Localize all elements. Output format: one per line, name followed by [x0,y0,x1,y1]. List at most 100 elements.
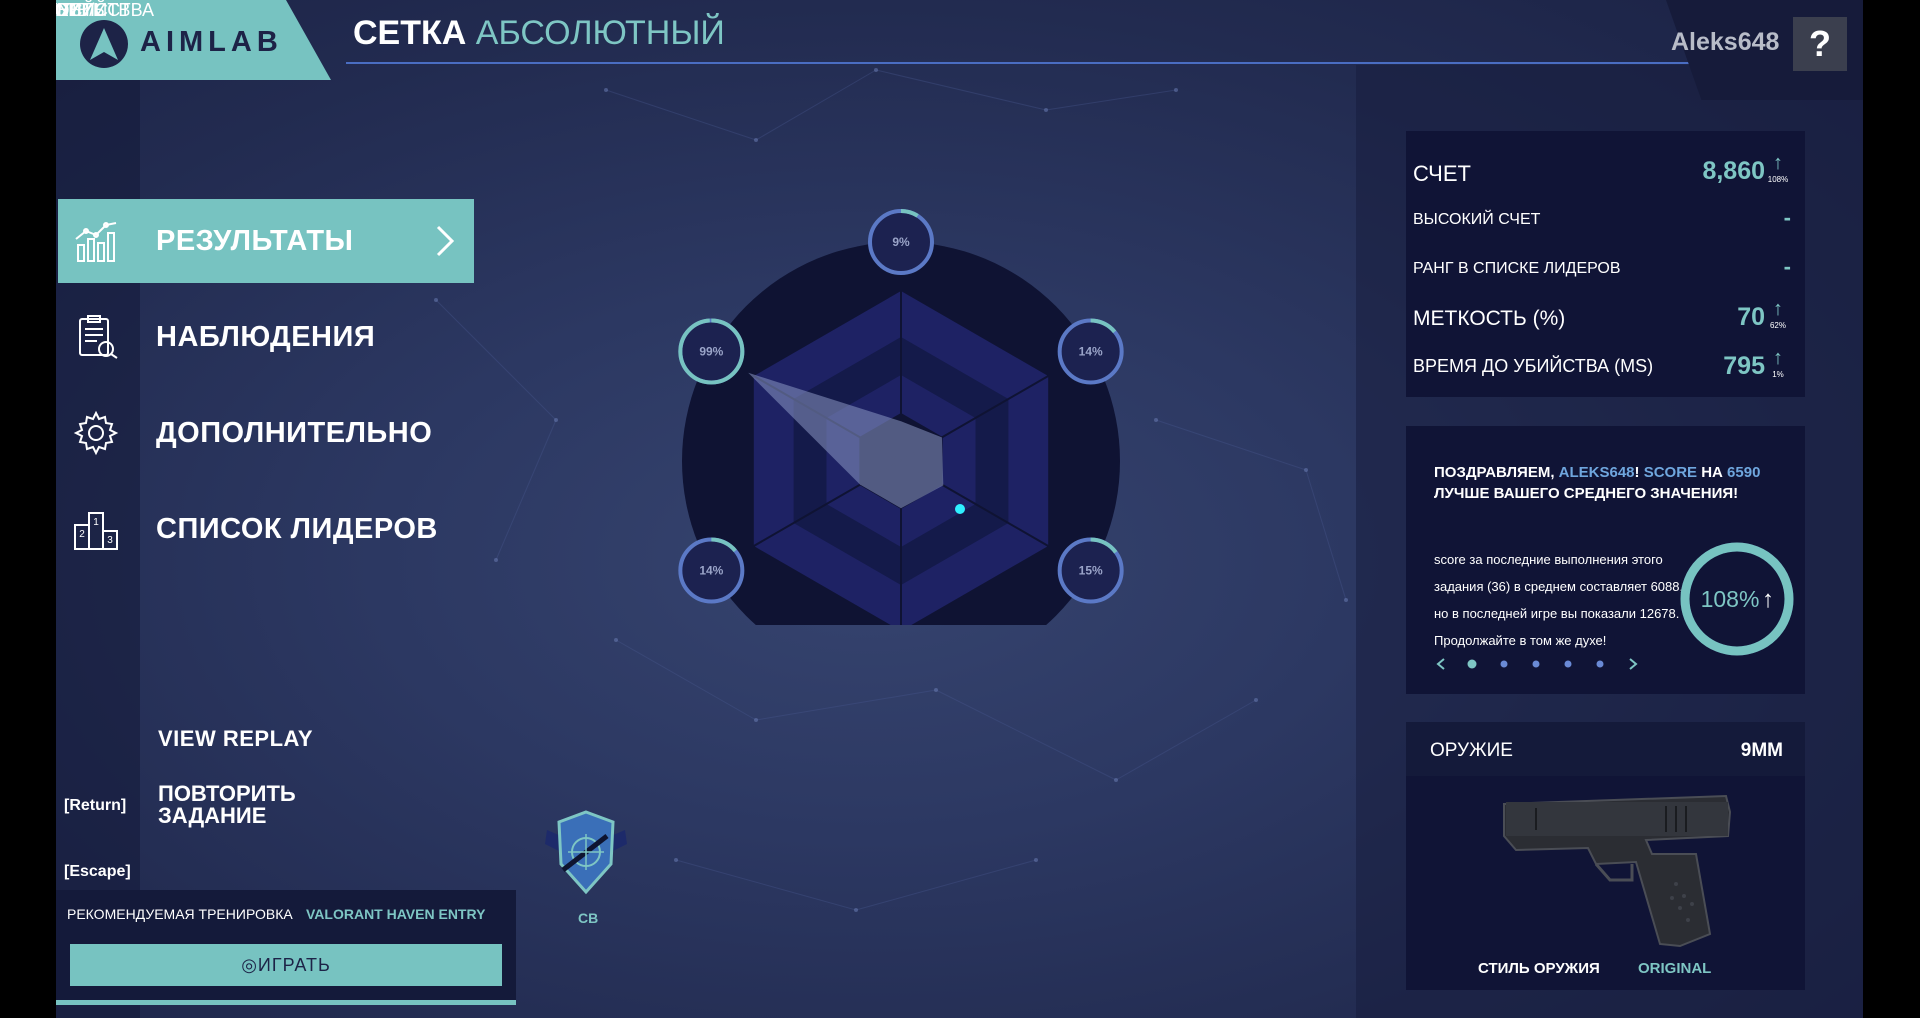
congrats-panel: ПОЗДРАВЛЯЕМ, ALEKS648! SCORE НА 6590 ЛУЧ… [1406,426,1805,694]
weapon-value: 9MM [1740,740,1783,761]
radar-ring-percent: 9% [892,235,910,249]
chart-icon [75,222,117,262]
nav-additional[interactable]: ДОПОЛНИТЕЛЬНО [58,391,474,475]
svg-text:2: 2 [79,529,85,540]
nav-observations-label: НАБЛЮДЕНИЯ [156,321,376,353]
stat-ttk-change: 1% [1772,370,1784,379]
stat-accuracy-change: 62% [1769,321,1786,330]
nav-results[interactable]: РЕЗУЛЬТАТЫ [58,199,474,283]
stat-rank: РАНГ В СПИСКЕ ЛИДЕРОВ - [1413,254,1791,284]
radar-ring-percent: 14% [1079,345,1103,359]
stat-ttk-label: ВРЕМЯ ДО УБИЙСТВА (MS) [1413,356,1654,376]
arrow-up-icon: ↑ [1773,347,1783,369]
stats-panel: СЧЕТ 8,860 ↑ 108% ВЫСОКИЙ СЧЕТ - РАНГ В … [1406,131,1805,397]
radar-ring: 14% [1057,318,1124,385]
stat-accuracy-label: МЕТКОСТЬ (%) [1413,307,1566,330]
stat-ttk-value: 795 [1723,352,1765,380]
radar-marker-dot [955,504,965,514]
svg-text:3: 3 [107,535,113,546]
pager-prev-icon[interactable] [1436,658,1445,670]
nav-additional-label: ДОПОЛНИТЕЛЬНО [156,417,433,449]
score-ring-value: 108% [1701,586,1760,612]
congrats-text-1: ПОЗДРАВЛЯЕМ, [1434,464,1559,481]
aimlab-logo-icon [80,20,128,68]
aimlab-results-screen: AIMLAB СЕТКА АБСОЛЮТНЫЙ Aleks648 ? РЕЗУЛ… [56,0,1863,1018]
pager-dot[interactable] [1532,660,1540,668]
stat-accuracy: МЕТКОСТЬ (%) 70 ↑ 62% [1413,298,1791,341]
radar-ring: 9% [868,209,934,275]
play-button-label: ИГРАТЬ [257,955,331,975]
view-replay-button[interactable]: VIEW REPLAY [158,726,313,752]
stat-score-label: СЧЕТ [1413,161,1471,186]
pager-dot[interactable] [1596,660,1604,668]
stat-score-value: 8,860 [1702,157,1765,185]
pager-dot[interactable] [1564,660,1572,668]
title-divider [346,62,1726,64]
pager-dot[interactable] [1467,659,1477,669]
page-title-main: СЕТКА [353,14,467,52]
congrats-score-word: SCORE [1643,464,1698,481]
weapon-style-value[interactable]: ORIGINAL [1638,960,1711,977]
weapon-header: ОРУЖИЕ 9MM [1406,722,1805,776]
arrow-up-icon: ↑ [1762,586,1774,613]
arrow-up-icon: ↑ [1773,152,1783,174]
weapon-panel: ОРУЖИЕ 9MM СТИЛЬ ОРУЖИЯ ORIGINAL [1406,722,1805,990]
page-title-sub: АБСОЛЮТНЫЙ [475,14,725,52]
stat-score: СЧЕТ 8,860 ↑ 108% [1413,152,1791,195]
stat-high-score-value: - [1783,205,1791,230]
congrats-text-4: ЛУЧШЕ ВАШЕГО СРЕДНЕГО ЗНАЧЕНИЯ! [1434,485,1739,502]
gear-icon [73,410,119,456]
congrats-name: ALEKS648 [1558,464,1635,481]
podium-icon: 1 2 3 [74,512,118,550]
recommended-training-value[interactable]: VALORANT HAVEN ENTRY [306,906,485,922]
play-button[interactable]: ◎ИГРАТЬ [70,944,502,986]
radar-ring-percent: 14% [699,564,723,578]
stat-rank-label: РАНГ В СПИСКЕ ЛИДЕРОВ [1413,260,1621,277]
stat-high-score: ВЫСОКИЙ СЧЕТ - [1413,205,1791,235]
congrats-pager[interactable] [1434,656,1654,672]
congrats-diff: 6590 [1727,464,1761,481]
help-button[interactable]: ? [1793,17,1847,71]
recommended-training: РЕКОМЕНДУЕМАЯ ТРЕНИРОВКА VALORANT HAVEN … [56,890,516,1004]
weapon-style-label: СТИЛЬ ОРУЖИЯ [1478,960,1600,977]
recommended-training-label: РЕКОМЕНДУЕМАЯ ТРЕНИРОВКА [67,906,293,922]
arrow-up-icon: ↑ [1773,298,1783,320]
target-icon: ◎ [241,955,258,975]
radar-axis-label: МЕТКОСТЬ [56,0,105,20]
nav-results-label: РЕЗУЛЬТАТЫ [156,225,354,257]
rank-badge-label: СВ [578,910,599,926]
pistol-icon [1503,794,1732,948]
return-key-hint: [Return] [64,797,127,814]
stat-accuracy-value: 70 [1737,303,1765,331]
radar-ring: 14% [678,537,745,604]
radar-ring-percent: 99% [699,345,723,359]
clipboard-icon [79,315,118,359]
rank-badge-icon [545,810,627,895]
recommended-underline [56,1000,516,1005]
stat-rank-value: - [1783,254,1791,279]
logo-text: AIMLAB [140,26,283,58]
stat-time-to-kill: ВРЕМЯ ДО УБИЙСТВА (MS) 795 ↑ 1% [1413,347,1791,390]
pager-next-icon[interactable] [1629,658,1638,670]
radar-chart: 9%14%15%14%14%99% [678,209,1124,625]
congrats-body: score за последние выполнения этого зада… [1434,552,1684,648]
page-title: СЕТКА АБСОЛЮТНЫЙ [353,14,725,53]
stat-high-score-label: ВЫСОКИЙ СЧЕТ [1413,211,1541,228]
radar-ring: 99% [678,318,745,385]
pager-dot[interactable] [1500,660,1508,668]
nav-leaderboard-label: СПИСОК ЛИДЕРОВ [156,513,438,545]
congrats-text-2: ! [1634,464,1644,481]
weapon-label: ОРУЖИЕ [1430,740,1513,761]
username[interactable]: Aleks648 [1671,28,1779,57]
svg-text:1: 1 [93,517,99,528]
stat-score-change: 108% [1767,175,1789,184]
congrats-title: ПОЗДРАВЛЯЕМ, ALEKS648! SCORE НА 6590 ЛУЧ… [1434,462,1764,504]
radar-ring: 15% [1057,537,1124,604]
nav-observations[interactable]: НАБЛЮДЕНИЯ [58,295,474,379]
chevron-right-icon [436,225,455,257]
repeat-task-button[interactable]: ПОВТОРИТЬ ЗАДАНИЕ [158,783,358,827]
congrats-text-3: НА [1697,464,1728,481]
radar-ring-percent: 15% [1079,564,1103,578]
nav-leaderboard[interactable]: 1 2 3 СПИСОК ЛИДЕРОВ [58,487,474,571]
score-ring: 108% ↑ [1680,542,1794,656]
